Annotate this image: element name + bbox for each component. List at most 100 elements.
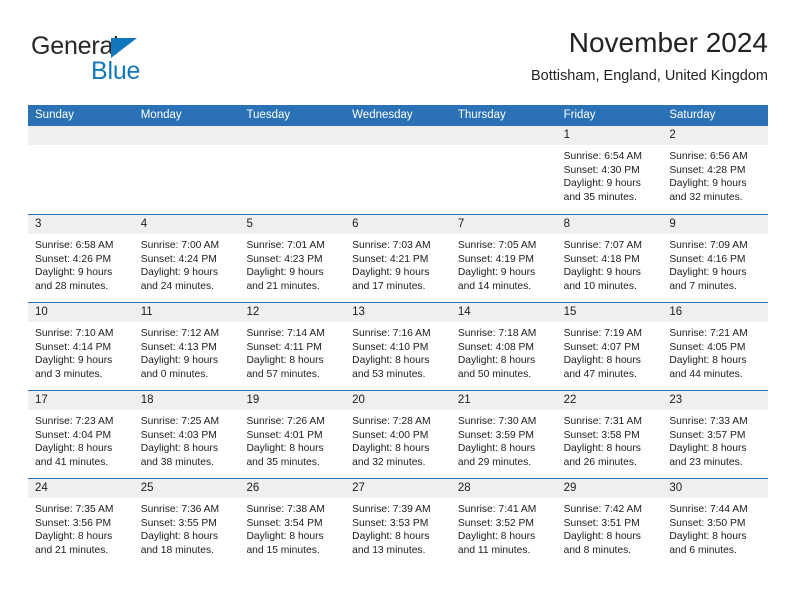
day-detail-line: Sunrise: 7:16 AM [352,328,431,339]
day-cell-22[interactable]: 22 Sunrise: 7:31 AM Sunset: 3:58 PM Dayligh… [556,391,663,478]
day-number: 8 [556,215,663,234]
day-detail-line: Sunset: 3:59 PM [457,429,535,441]
day-detail-line: Sunrise: 7:44 AM [669,504,748,515]
day-cell-20[interactable]: 20 Sunrise: 7:28 AM Sunset: 4:00 PM Dayligh… [345,391,451,478]
day-detail-line: Sunset: 4:14 PM [35,341,112,353]
day-cell-5[interactable]: 5 Sunrise: 7:01 AM Sunset: 4:23 PM Daylight… [239,215,346,302]
day-cell-26[interactable]: 26 Sunrise: 7:38 AM Sunset: 3:54 PM Dayligh… [239,479,346,566]
day-detail-line: Daylight: 8 hours [352,355,430,367]
day-detail-line: Sunrise: 6:54 AM [563,151,643,162]
day-detail-line: Sunset: 3:54 PM [246,517,323,529]
day-detail-line: Sunset: 4:19 PM [457,253,535,265]
day-cell-17[interactable]: 17 Sunrise: 7:23 AM Sunset: 4:04 PM Dayligh… [28,391,134,478]
day-detail-line: Sunrise: 7:38 AM [246,504,325,515]
general-blue-logo[interactable]: General Blue [31,32,211,88]
day-detail-line: Daylight: 8 hours [669,531,747,543]
day-cell-empty [239,126,346,214]
day-detail-line: Sunset: 4:23 PM [246,253,323,265]
day-detail-line: Daylight: 9 hours [35,267,113,279]
day-details: Sunrise: 7:21 AM Sunset: 4:05 PM Daylight:… [662,322,768,381]
day-details [451,145,557,150]
calendar-week-row: 1 Sunrise: 6:54 AM Sunset: 4:30 PM Daylight… [28,126,769,214]
day-cell-3[interactable]: 3 Sunrise: 6:58 AM Sunset: 4:26 PM Daylight… [28,215,134,302]
day-detail-line: and 29 minutes. [457,456,532,468]
day-detail-line: Daylight: 8 hours [140,443,218,455]
day-cell-1[interactable]: 1 Sunrise: 6:54 AM Sunset: 4:30 PM Daylight… [556,126,663,214]
day-cell-10[interactable]: 10 Sunrise: 7:10 AM Sunset: 4:14 PM Dayligh… [28,303,134,390]
day-cell-14[interactable]: 14 Sunrise: 7:18 AM Sunset: 4:08 PM Dayligh… [450,303,557,390]
day-number [450,126,557,145]
day-cell-15[interactable]: 15 Sunrise: 7:19 AM Sunset: 4:07 PM Dayligh… [556,303,663,390]
day-cell-12[interactable]: 12 Sunrise: 7:14 AM Sunset: 4:11 PM Dayligh… [239,303,346,390]
day-detail-line: and 41 minutes. [35,456,109,468]
day-detail-line: Daylight: 9 hours [35,355,113,367]
day-cell-18[interactable]: 18 Sunrise: 7:25 AM Sunset: 4:03 PM Dayligh… [133,391,240,478]
day-cell-4[interactable]: 4 Sunrise: 7:00 AM Sunset: 4:24 PM Daylight… [133,215,240,302]
day-cell-25[interactable]: 25 Sunrise: 7:36 AM Sunset: 3:55 PM Dayligh… [133,479,240,566]
title-block: November 2024 Bottisham, England, United… [531,26,768,86]
day-details: Sunrise: 7:28 AM Sunset: 4:00 PM Daylight:… [345,410,451,469]
day-number: 28 [450,479,557,498]
day-detail-line: Sunrise: 7:30 AM [457,416,537,427]
day-detail-line: and 15 minutes. [246,544,320,556]
day-details: Sunrise: 7:30 AM Sunset: 3:59 PM Daylight:… [451,410,557,469]
day-detail-line: Sunrise: 7:05 AM [457,240,537,251]
day-cell-19[interactable]: 19 Sunrise: 7:26 AM Sunset: 4:01 PM Dayligh… [239,391,346,478]
day-detail-line: Daylight: 8 hours [457,531,536,543]
day-cell-2[interactable]: 2 Sunrise: 6:56 AM Sunset: 4:28 PM Daylight… [662,126,769,214]
day-detail-line: and 32 minutes. [669,191,743,203]
day-detail-line: Sunset: 4:01 PM [246,429,323,441]
day-cell-21[interactable]: 21 Sunrise: 7:30 AM Sunset: 3:59 PM Dayligh… [450,391,557,478]
day-detail-line: and 32 minutes. [352,456,426,468]
day-number: 14 [450,303,557,322]
day-cell-8[interactable]: 8 Sunrise: 7:07 AM Sunset: 4:18 PM Daylight… [556,215,663,302]
day-cell-6[interactable]: 6 Sunrise: 7:03 AM Sunset: 4:21 PM Daylight… [345,215,451,302]
day-cell-11[interactable]: 11 Sunrise: 7:12 AM Sunset: 4:13 PM Dayligh… [133,303,240,390]
day-detail-line: Sunset: 3:52 PM [457,517,535,529]
day-detail-line: Sunrise: 6:56 AM [669,151,748,162]
day-detail-line: Daylight: 8 hours [669,355,747,367]
day-details: Sunrise: 7:25 AM Sunset: 4:03 PM Daylight:… [134,410,240,469]
day-detail-line: Daylight: 8 hours [246,443,324,455]
day-cell-27[interactable]: 27 Sunrise: 7:39 AM Sunset: 3:53 PM Dayligh… [345,479,451,566]
day-cell-29[interactable]: 29 Sunrise: 7:42 AM Sunset: 3:51 PM Dayligh… [556,479,663,566]
day-detail-line: Sunrise: 7:21 AM [669,328,748,339]
calendar-week-row: 3 Sunrise: 6:58 AM Sunset: 4:26 PM Daylight… [28,214,769,302]
day-cell-16[interactable]: 16 Sunrise: 7:21 AM Sunset: 4:05 PM Dayligh… [662,303,769,390]
logo-text-blue: Blue [91,57,141,85]
day-details: Sunrise: 7:44 AM Sunset: 3:50 PM Daylight:… [662,498,768,557]
day-detail-line: and 11 minutes. [457,544,531,556]
weekday-header-wednesday: Wednesday [352,109,413,121]
calendar-weeks: 1 Sunrise: 6:54 AM Sunset: 4:30 PM Daylight… [28,126,769,566]
day-detail-line: and 44 minutes. [669,368,743,380]
day-cell-23[interactable]: 23 Sunrise: 7:33 AM Sunset: 3:57 PM Dayligh… [662,391,769,478]
day-detail-line: and 14 minutes. [457,280,532,292]
day-number: 9 [662,215,769,234]
weekday-header-thursday: Thursday [457,109,506,121]
day-detail-line: and 3 minutes. [35,368,103,380]
day-detail-line: Sunset: 3:51 PM [563,517,640,529]
day-cell-empty [450,126,557,214]
day-detail-line: Daylight: 9 hours [140,355,218,367]
day-cell-9[interactable]: 9 Sunrise: 7:09 AM Sunset: 4:16 PM Daylight… [662,215,769,302]
day-number: 20 [345,391,451,410]
day-cell-28[interactable]: 28 Sunrise: 7:41 AM Sunset: 3:52 PM Dayligh… [450,479,557,566]
day-detail-line: Daylight: 9 hours [457,267,536,279]
day-cell-7[interactable]: 7 Sunrise: 7:05 AM Sunset: 4:19 PM Daylight… [450,215,557,302]
day-details: Sunrise: 6:54 AM Sunset: 4:30 PM Daylight:… [557,145,663,204]
day-detail-line: Sunrise: 7:23 AM [35,416,114,427]
day-cell-13[interactable]: 13 Sunrise: 7:16 AM Sunset: 4:10 PM Dayligh… [345,303,451,390]
day-detail-line: Sunset: 3:56 PM [35,517,112,529]
day-cell-24[interactable]: 24 Sunrise: 7:35 AM Sunset: 3:56 PM Dayligh… [28,479,134,566]
day-detail-line: Sunrise: 7:18 AM [457,328,537,339]
day-details: Sunrise: 7:14 AM Sunset: 4:11 PM Daylight:… [239,322,345,381]
day-details [28,145,134,150]
day-detail-line: Sunrise: 7:01 AM [246,240,325,251]
day-number: 21 [450,391,557,410]
day-detail-line: Sunset: 4:13 PM [140,341,217,353]
day-cell-30[interactable]: 30 Sunrise: 7:44 AM Sunset: 3:50 PM Dayligh… [662,479,769,566]
day-details: Sunrise: 7:42 AM Sunset: 3:51 PM Daylight:… [557,498,663,557]
day-details: Sunrise: 7:41 AM Sunset: 3:52 PM Daylight:… [451,498,557,557]
day-detail-line: Sunrise: 7:03 AM [352,240,431,251]
day-number: 11 [133,303,240,322]
